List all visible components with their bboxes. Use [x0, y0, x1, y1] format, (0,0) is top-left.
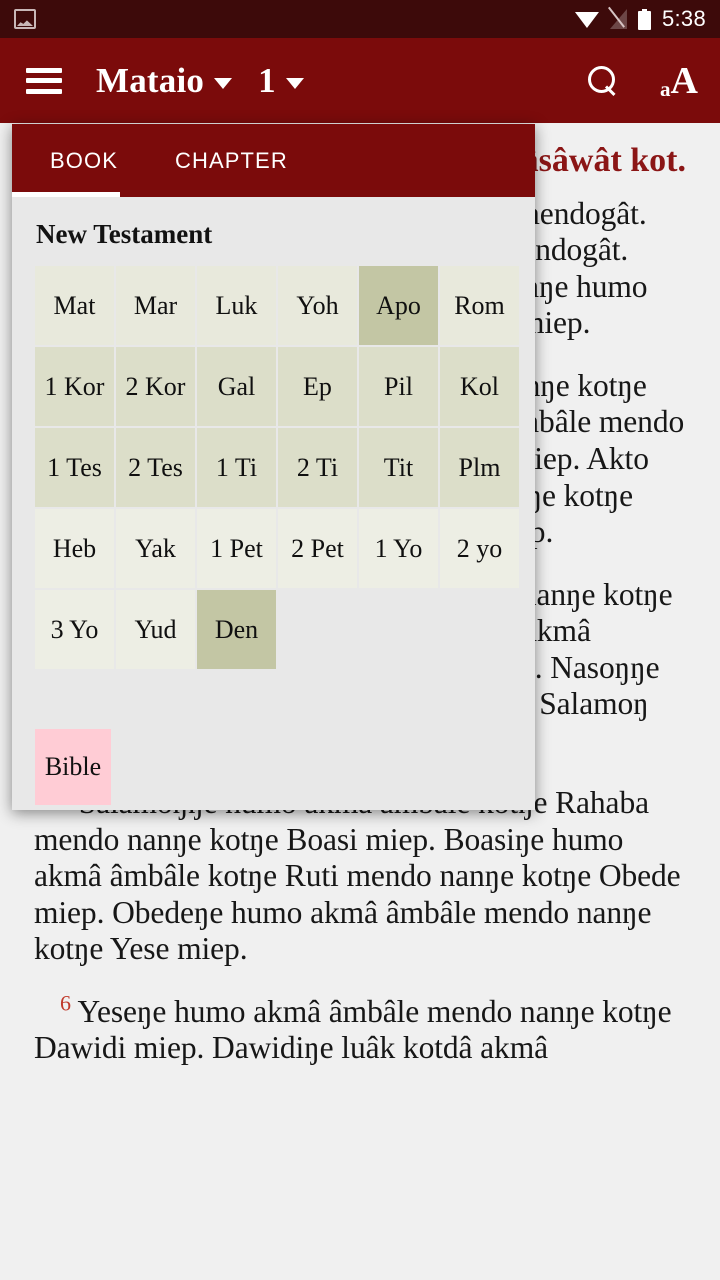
- verse-text: Yeseŋe humo akmâ âmbâle mendo nanŋe kotŋ…: [34, 993, 672, 1066]
- verse-paragraph: 5 Salamoŋŋe humo akmâ âmbâle kotŋe Rahab…: [34, 783, 686, 968]
- chevron-down-icon: [214, 77, 233, 89]
- search-icon[interactable]: [588, 65, 618, 96]
- book-selector-button[interactable]: Mataio: [96, 60, 233, 101]
- wifi-icon: [575, 10, 599, 28]
- book-cell[interactable]: Mar: [116, 266, 195, 345]
- book-cell[interactable]: Yak: [116, 509, 195, 588]
- app-bar: Mataio 1 aA: [0, 38, 720, 123]
- book-cell[interactable]: Ep: [278, 347, 357, 426]
- book-cell[interactable]: Mat: [35, 266, 114, 345]
- chevron-down-icon: [285, 77, 304, 89]
- book-cell[interactable]: Tit: [359, 428, 438, 507]
- book-cell[interactable]: Apo: [359, 266, 438, 345]
- book-cell[interactable]: 2 Kor: [116, 347, 195, 426]
- no-signal-icon: [610, 9, 627, 29]
- book-cell[interactable]: 1 Pet: [197, 509, 276, 588]
- battery-icon: [637, 8, 651, 30]
- book-selector-label: Mataio: [96, 60, 205, 100]
- tab-book[interactable]: BOOK: [50, 148, 118, 174]
- screenshot-icon: [14, 9, 36, 29]
- book-cell[interactable]: Rom: [440, 266, 519, 345]
- bible-button-row: Bible: [12, 669, 535, 805]
- chapter-selector-button[interactable]: 1: [258, 61, 304, 101]
- book-cell[interactable]: Luk: [197, 266, 276, 345]
- bible-button[interactable]: Bible: [35, 729, 111, 805]
- hamburger-menu-icon[interactable]: [26, 67, 62, 94]
- book-cell[interactable]: Den: [197, 590, 276, 669]
- book-cell[interactable]: 1 Ti: [197, 428, 276, 507]
- verse-paragraph: 6 Yeseŋe humo akmâ âmbâle mendo nanŋe ko…: [34, 992, 686, 1067]
- book-cell[interactable]: Heb: [35, 509, 114, 588]
- book-grid: Mat Mar Luk Yoh Apo Rom 1 Kor 2 Kor Gal Ep Pil Kol 1…: [12, 266, 535, 669]
- text-size-icon-big-a: A: [670, 59, 698, 102]
- verse-text: Salamoŋŋe humo akmâ âmbâle kotŋe Rahaba …: [34, 785, 681, 967]
- picker-body: New Testament Mat Mar Luk Yoh Apo Rom 1 Kor 2 K…: [12, 197, 535, 810]
- book-cell[interactable]: 2 Ti: [278, 428, 357, 507]
- testament-heading: New Testament: [36, 219, 213, 249]
- book-cell[interactable]: 1 Yo: [359, 509, 438, 588]
- book-cell[interactable]: 1 Kor: [35, 347, 114, 426]
- book-cell[interactable]: 3 Yo: [35, 590, 114, 669]
- status-bar-clock: 5:38: [661, 6, 706, 31]
- picker-tab-bar: BOOK CHAPTER: [12, 124, 535, 197]
- book-cell[interactable]: Gal: [197, 347, 276, 426]
- book-cell[interactable]: Kol: [440, 347, 519, 426]
- book-cell[interactable]: Pil: [359, 347, 438, 426]
- book-picker-panel[interactable]: BOOK CHAPTER New Testament Mat Mar Luk Yoh A…: [12, 124, 535, 810]
- text-size-icon-small-a: a: [660, 76, 671, 101]
- book-cell[interactable]: Yoh: [278, 266, 357, 345]
- book-cell[interactable]: Plm: [440, 428, 519, 507]
- chapter-selector-label: 1: [258, 60, 276, 100]
- text-size-icon[interactable]: aA: [660, 62, 698, 100]
- tab-chapter[interactable]: CHAPTER: [175, 148, 288, 174]
- book-cell[interactable]: Yud: [116, 590, 195, 669]
- book-cell[interactable]: 1 Tes: [35, 428, 114, 507]
- verse-number: 6: [60, 990, 71, 1016]
- book-cell[interactable]: 2 Pet: [278, 509, 357, 588]
- book-cell[interactable]: 2 Tes: [116, 428, 195, 507]
- status-bar: 5:38: [0, 0, 720, 38]
- book-cell[interactable]: 2 yo: [440, 509, 519, 588]
